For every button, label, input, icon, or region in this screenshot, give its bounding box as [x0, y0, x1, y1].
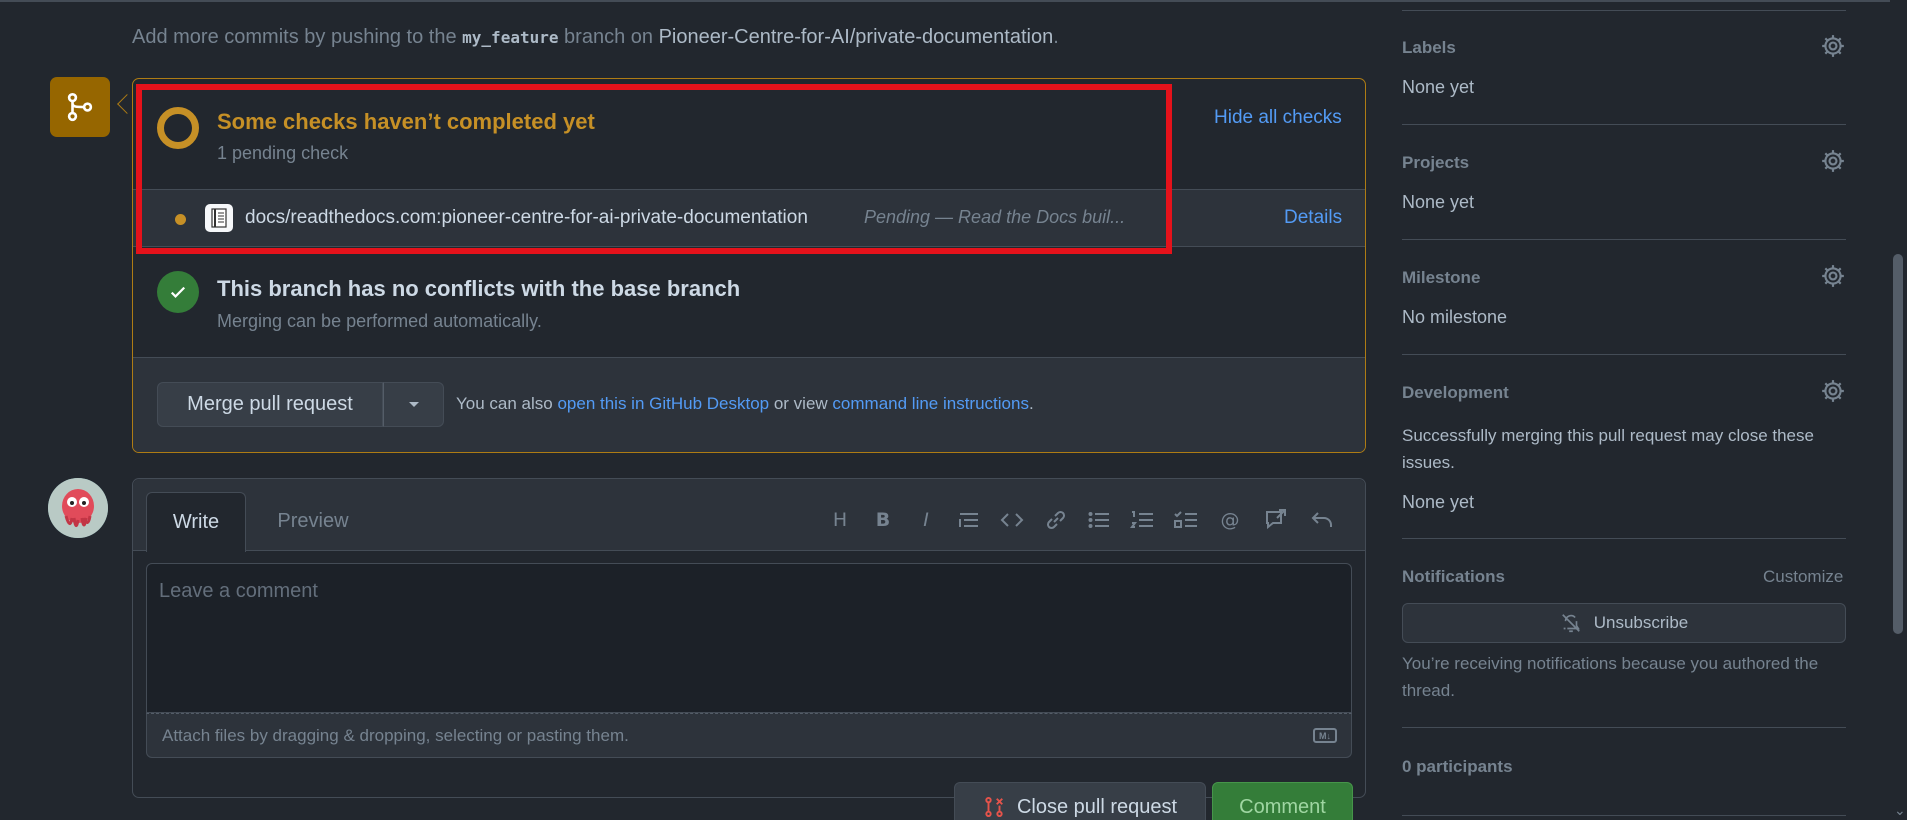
- reference-icon[interactable]: [1263, 507, 1289, 533]
- merge-box: Some checks haven’t completed yet 1 pend…: [132, 78, 1366, 453]
- quote-icon[interactable]: [956, 507, 982, 533]
- sidebar-milestone-value: No milestone: [1402, 307, 1508, 327]
- checks-title: Some checks haven’t completed yet: [217, 109, 595, 134]
- command-line-instructions-link[interactable]: command line instructions: [832, 394, 1029, 413]
- notifications-note: You’re receiving notifications because y…: [1402, 654, 1819, 700]
- merge-alternatives: You can also open this in GitHub Desktop…: [456, 394, 1034, 413]
- sidebar-development-description: Successfully merging this pull request m…: [1402, 426, 1814, 472]
- merge-method-dropdown[interactable]: [383, 382, 444, 427]
- italic-icon[interactable]: I: [913, 507, 939, 533]
- attach-hint: Attach files by dragging & dropping, sel…: [162, 726, 629, 745]
- comment-submit-button[interactable]: Comment: [1212, 782, 1353, 820]
- sidebar-labels-value: None yet: [1402, 77, 1475, 97]
- sidebar-divider: [1402, 538, 1846, 539]
- bell-slash-icon: [1561, 614, 1580, 633]
- check-success-icon: [157, 271, 199, 313]
- sidebar-projects-value: None yet: [1402, 192, 1475, 212]
- scroll-down-arrow-icon[interactable]: ⌄: [1894, 802, 1906, 819]
- heading-icon[interactable]: H: [827, 507, 853, 533]
- pending-status-icon: [157, 107, 199, 149]
- push-info: Add more commits by pushing to the my_fe…: [132, 26, 1059, 48]
- sidebar-divider: [1402, 354, 1846, 355]
- top-border: [0, 0, 1890, 2]
- undo-icon[interactable]: [1309, 507, 1335, 533]
- readthedocs-icon: [205, 204, 233, 232]
- mention-icon[interactable]: @: [1217, 507, 1243, 533]
- hide-all-checks-link[interactable]: Hide all checks: [1214, 107, 1342, 129]
- unordered-list-icon[interactable]: [1086, 507, 1112, 533]
- comment-placeholder: Leave a comment: [159, 580, 318, 602]
- sidebar-projects-title[interactable]: Projects: [1402, 153, 1469, 173]
- sidebar-development-value: None yet: [1402, 492, 1475, 512]
- gear-icon[interactable]: [1820, 33, 1846, 59]
- sidebar-milestone-title[interactable]: Milestone: [1402, 268, 1480, 288]
- check-description: Pending — Read the Docs buil...: [864, 207, 1126, 227]
- sidebar-development-title[interactable]: Development: [1402, 383, 1509, 403]
- tab-write[interactable]: Write: [146, 492, 246, 552]
- sidebar-divider: [1402, 10, 1846, 11]
- markdown-icon[interactable]: M↓: [1313, 728, 1337, 743]
- bold-icon[interactable]: B: [870, 507, 896, 533]
- participants-count: 0 participants: [1402, 757, 1513, 776]
- sidebar-notifications-title: Notifications: [1402, 567, 1505, 586]
- avatar[interactable]: [48, 478, 108, 538]
- code-icon[interactable]: [999, 507, 1025, 533]
- close-pull-request-button[interactable]: Close pull request: [954, 782, 1206, 820]
- conflicts-subtitle: Merging can be performed automatically.: [217, 311, 542, 331]
- check-row: docs/readthedocs.com:pioneer-centre-for-…: [133, 189, 1365, 247]
- open-github-desktop-link[interactable]: open this in GitHub Desktop: [557, 394, 769, 413]
- gear-icon[interactable]: [1820, 378, 1846, 404]
- tab-preview[interactable]: Preview: [263, 492, 363, 550]
- ordered-list-icon[interactable]: [1129, 507, 1155, 533]
- merge-actions: Merge pull request You can also open thi…: [133, 357, 1365, 452]
- conflicts-title: This branch has no conflicts with the ba…: [217, 276, 741, 301]
- checks-subtitle: 1 pending check: [217, 143, 349, 163]
- link-icon[interactable]: [1043, 507, 1069, 533]
- sidebar-divider: [1402, 239, 1846, 240]
- merge-pull-request-button[interactable]: Merge pull request: [157, 382, 383, 427]
- unsubscribe-button[interactable]: Unsubscribe: [1402, 603, 1846, 643]
- gear-icon[interactable]: [1820, 148, 1846, 174]
- attach-files-bar[interactable]: Attach files by dragging & dropping, sel…: [146, 713, 1352, 758]
- checks-header: Some checks haven’t completed yet 1 pend…: [133, 79, 1365, 189]
- branch-name: my_feature: [462, 28, 559, 47]
- sidebar-divider: [1402, 815, 1846, 816]
- comment-textarea[interactable]: Leave a comment: [146, 563, 1352, 713]
- repo-link[interactable]: Pioneer-Centre-for-AI/private-documentat…: [659, 26, 1054, 48]
- sidebar-divider: [1402, 727, 1846, 728]
- check-name: docs/readthedocs.com:pioneer-centre-for-…: [245, 207, 808, 228]
- notifications-customize-link[interactable]: Customize: [1763, 567, 1843, 587]
- sidebar-labels-title[interactable]: Labels: [1402, 38, 1456, 58]
- merge-status-icon: [50, 77, 110, 137]
- comment-form: Write Preview H B I @ Leave a comment At…: [132, 478, 1366, 798]
- gear-icon[interactable]: [1820, 263, 1846, 289]
- page-scrollbar[interactable]: [1893, 254, 1903, 634]
- comment-tabbar: Write Preview H B I @: [133, 479, 1365, 552]
- check-details-link[interactable]: Details: [1284, 207, 1342, 229]
- triangle-down-icon: [408, 401, 419, 407]
- task-list-icon[interactable]: [1173, 507, 1199, 533]
- sidebar-divider: [1402, 124, 1846, 125]
- pull-request-closed-icon: [985, 796, 1003, 818]
- pending-dot-icon: [175, 214, 186, 225]
